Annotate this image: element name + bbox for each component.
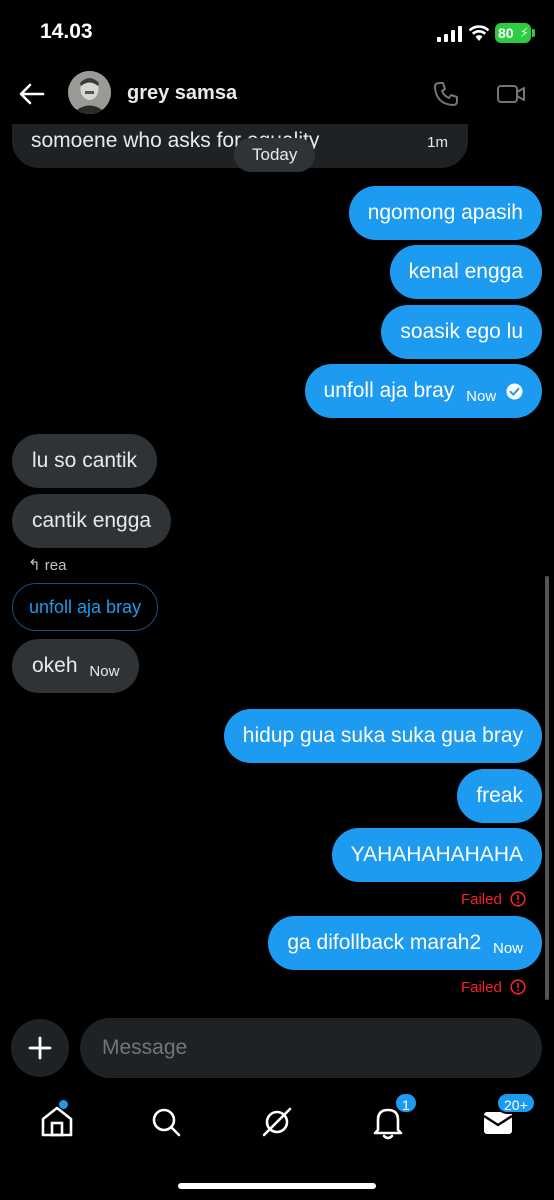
message-text: YAHAHAHAHAHA	[350, 843, 523, 866]
outgoing-message-bubble[interactable]: soasik ego lu	[381, 305, 542, 359]
message-time: 1m	[427, 134, 448, 151]
phone-call-icon[interactable]	[432, 80, 460, 108]
battery-indicator: 80 ⚡	[495, 23, 531, 43]
outgoing-message-bubble[interactable]: unfoll aja bray Now	[304, 364, 542, 418]
battery-cap	[532, 29, 535, 37]
failed-status[interactable]: Failed	[461, 891, 526, 908]
failed-status[interactable]: Failed	[461, 979, 526, 996]
video-call-icon[interactable]	[496, 80, 526, 108]
quoted-message[interactable]: unfoll aja bray	[12, 583, 159, 631]
incoming-message-bubble[interactable]: cantik engga	[12, 494, 172, 548]
status-bar: 14.03 80 ⚡	[0, 0, 554, 62]
wifi-icon	[468, 25, 490, 41]
date-divider: Today	[234, 138, 316, 172]
message-text: lu so cantik	[32, 449, 138, 472]
cellular-signal-icon	[437, 26, 462, 42]
outgoing-message-bubble[interactable]: freak	[457, 769, 542, 823]
conversation-header: grey samsa	[0, 62, 554, 124]
reply-arrow-icon: ↰	[28, 557, 41, 574]
message-time: Now	[89, 663, 120, 680]
nav-messages[interactable]: 20+	[478, 1092, 536, 1142]
outgoing-message-bubble[interactable]: ngomong apasih	[348, 186, 542, 240]
message-composer	[0, 1010, 554, 1090]
sent-check-icon	[506, 383, 523, 400]
message-text: kenal engga	[408, 260, 523, 283]
message-text: ga difollback marah2	[287, 931, 482, 954]
contact-name[interactable]: grey samsa	[127, 82, 237, 105]
charging-icon: ⚡	[519, 25, 529, 40]
nav-search[interactable]	[146, 1102, 186, 1142]
home-unread-dot	[59, 1100, 68, 1109]
outgoing-message-bubble[interactable]: kenal engga	[389, 245, 542, 299]
notifications-badge: 1	[394, 1092, 418, 1114]
failed-alert-icon	[510, 979, 526, 995]
reply-author: rea	[44, 557, 67, 574]
add-attachment-button[interactable]	[11, 1019, 69, 1077]
failed-label: Failed	[460, 979, 502, 996]
message-text: unfoll aja bray	[323, 379, 455, 402]
grok-icon	[262, 1107, 292, 1137]
nav-home[interactable]	[37, 1100, 77, 1142]
nav-grok[interactable]	[257, 1102, 297, 1142]
message-text: freak	[476, 784, 523, 807]
outgoing-message-bubble[interactable]: hidup gua suka suka gua bray	[223, 709, 542, 763]
back-arrow-icon[interactable]	[18, 80, 46, 108]
message-text: okeh	[32, 654, 78, 677]
reply-context: ↰ rea	[28, 556, 66, 574]
incoming-message-bubble[interactable]: lu so cantik	[12, 434, 158, 488]
nav-notifications[interactable]: 1	[368, 1092, 418, 1142]
status-time: 14.03	[40, 20, 93, 43]
home-indicator	[178, 1183, 376, 1189]
home-icon	[41, 1106, 73, 1137]
chat-scrollbar[interactable]	[545, 576, 549, 1000]
messages-badge: 20+	[496, 1092, 536, 1114]
message-time: Now	[492, 940, 523, 957]
search-icon	[152, 1108, 181, 1137]
failed-label: Failed	[460, 891, 502, 908]
message-text: ngomong apasih	[367, 201, 523, 224]
message-input[interactable]	[80, 1018, 542, 1078]
message-text: hidup gua suka suka gua bray	[242, 724, 523, 747]
message-time: Now	[466, 388, 497, 405]
avatar[interactable]	[68, 71, 111, 114]
message-text: soasik ego lu	[400, 320, 523, 343]
incoming-message-bubble[interactable]: okeh Now	[12, 639, 140, 693]
battery-level: 80	[498, 25, 514, 41]
outgoing-message-bubble[interactable]: ga difollback marah2 Now	[268, 916, 542, 970]
plus-icon	[28, 1036, 52, 1060]
message-list[interactable]: somoene who asks for equality 1m Today n…	[0, 124, 554, 1004]
outgoing-message-bubble[interactable]: YAHAHAHAHAHA	[331, 828, 542, 882]
failed-alert-icon	[510, 891, 526, 907]
message-text: cantik engga	[32, 509, 152, 532]
